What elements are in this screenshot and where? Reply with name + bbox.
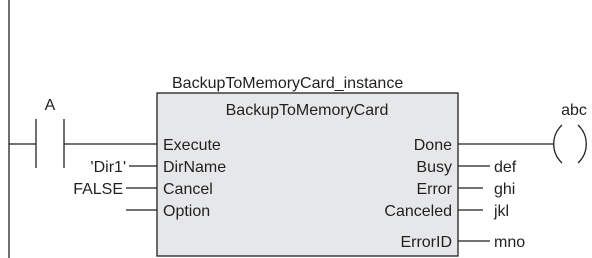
pin-busy: Busy xyxy=(416,159,452,176)
contact-label: A xyxy=(45,97,56,114)
canceled-variable: jkl xyxy=(493,203,509,220)
dirname-value: 'Dir1' xyxy=(91,159,126,176)
pin-errorid: ErrorID xyxy=(400,234,452,251)
ladder-diagram: BackupToMemoryCard_instance BackupToMemo… xyxy=(8,0,587,258)
pin-error: Error xyxy=(416,181,452,198)
busy-variable: def xyxy=(494,159,517,176)
pin-canceled: Canceled xyxy=(384,203,452,220)
pin-dirname: DirName xyxy=(163,159,226,176)
error-variable: ghi xyxy=(494,181,515,198)
function-block-name: BackupToMemoryCard xyxy=(226,102,389,119)
coil-arc-left xyxy=(553,124,563,164)
pin-done: Done xyxy=(414,137,452,154)
pin-cancel: Cancel xyxy=(163,181,213,198)
pin-execute: Execute xyxy=(163,137,221,154)
coil-arc-right xyxy=(577,124,587,164)
cancel-value: FALSE xyxy=(73,181,123,198)
errorid-variable: mno xyxy=(494,234,525,251)
coil-label: abc xyxy=(561,102,587,119)
instance-name: BackupToMemoryCard_instance xyxy=(172,75,403,92)
pin-option: Option xyxy=(163,203,210,220)
